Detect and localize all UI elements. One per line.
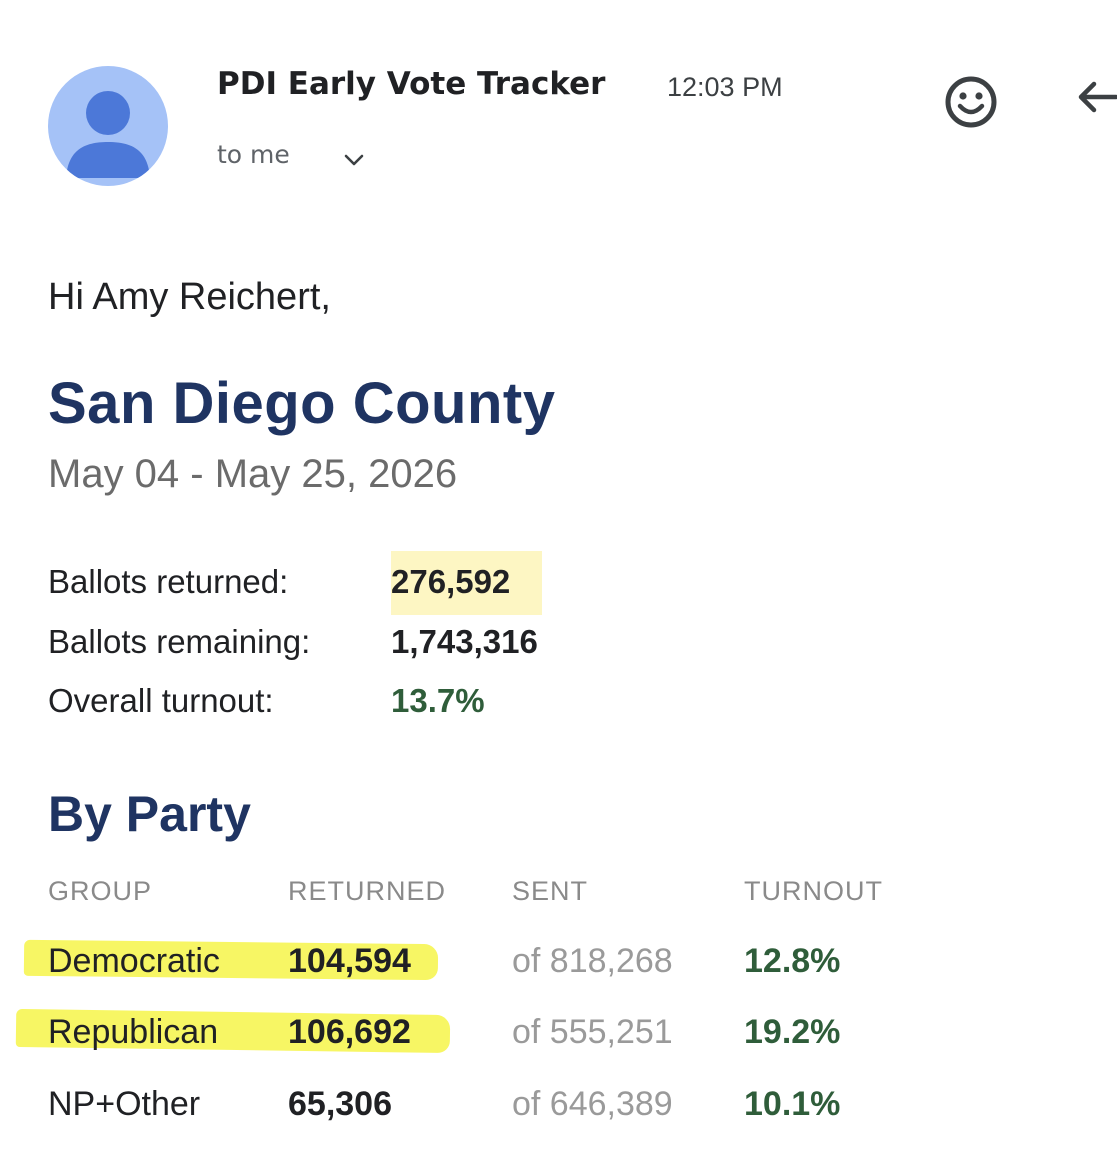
column-header-group: GROUP [48,876,153,906]
table-row-sent: of 646,389 [512,1085,673,1123]
overall-turnout-value: 13.7% [391,682,485,719]
county-title: San Diego County [48,371,556,436]
table-row-turnout: 19.2% [744,1013,841,1051]
ballots-returned-value: 276,592 [391,551,543,615]
table-row-turnout: 10.1% [744,1085,841,1123]
table-row-returned: 104,594 [288,942,411,980]
person-avatar-icon [66,91,150,178]
ballots-returned-label: Ballots returned: [48,563,289,600]
column-header-returned: RETURNED [288,876,447,906]
smiley-icon [945,76,997,128]
add-reaction-button[interactable] [940,71,1002,133]
sender-name: PDI Early Vote Tracker [217,66,606,102]
table-row-returned: 106,692 [288,1013,411,1051]
table-row-group: NP+Other [48,1085,201,1123]
greeting: Hi Amy Reichert, [48,276,331,318]
reply-button[interactable] [1072,73,1117,121]
received-time: 12:03 PM [667,72,783,102]
table-row-turnout: 12.8% [744,942,841,980]
table-row-sent: of 818,268 [512,942,673,980]
column-header-turnout: TURNOUT [744,876,883,906]
recipient-details-button[interactable] [340,146,368,174]
by-party-heading: By Party [48,786,251,842]
arrow-left-icon [1078,81,1117,113]
recipient-label: to me [217,140,290,169]
table-row-sent: of 555,251 [512,1013,673,1051]
chevron-down-icon [344,154,364,166]
ballots-remaining-value: 1,743,316 [391,623,538,660]
ballots-remaining-label: Ballots remaining: [48,623,311,660]
overall-turnout-label: Overall turnout: [48,682,274,719]
date-range: May 04 - May 25, 2026 [48,452,458,496]
sender-avatar[interactable] [48,66,168,186]
table-row-returned: 65,306 [288,1085,392,1123]
table-row-group: Democratic [48,942,220,980]
column-header-sent: SENT [512,876,589,906]
table-row-group: Republican [48,1013,219,1051]
